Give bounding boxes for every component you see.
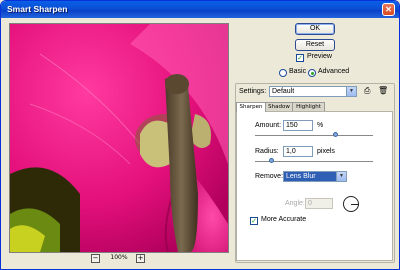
basic-radio[interactable] [279,69,287,77]
settings-label: Settings: [239,88,267,95]
amount-label: Amount: [255,122,282,129]
tab-sharpen[interactable]: Sharpen [236,102,266,112]
close-icon[interactable]: ✕ [382,3,395,16]
more-accurate-checkbox[interactable]: ✓ [250,217,258,225]
title-bar[interactable]: Smart Sharpen ✕ [1,1,399,18]
tab-shadow[interactable]: Shadow [264,102,294,111]
sharpen-panel [236,111,393,261]
advanced-label: Advanced [318,68,350,75]
zoom-bar: − 100% + [9,253,227,265]
angle-dial[interactable] [343,196,359,212]
ok-button[interactable]: OK [295,23,335,35]
radius-label: Radius: [255,148,279,155]
reset-button[interactable]: Reset [295,39,335,51]
delete-settings-icon[interactable]: 🗑 [378,87,388,95]
flower-photo [10,24,228,252]
remove-value: Lens Blur [286,173,316,180]
angle-label: Angle: [285,200,305,207]
remove-dropdown[interactable]: Lens Blur ▼ [283,171,347,182]
preview-label: Preview [307,53,332,60]
zoom-in-button[interactable]: + [136,254,145,263]
amount-slider-thumb[interactable] [333,132,338,137]
window-title: Smart Sharpen [7,4,68,14]
chevron-down-icon: ▼ [346,87,356,96]
settings-dropdown[interactable]: Default ▼ [269,86,357,97]
basic-label: Basic [289,68,307,75]
chevron-down-icon: ▼ [336,172,346,181]
preview-image[interactable] [9,23,229,253]
zoom-out-button[interactable]: − [91,254,100,263]
angle-dial-needle [351,204,359,205]
amount-slider-track[interactable] [255,135,373,136]
settings-value: Default [272,88,295,95]
radius-slider-thumb[interactable] [269,158,274,163]
amount-input[interactable]: 150 [283,120,313,131]
zoom-level: 100% [110,254,128,261]
more-accurate-label: More Accurate [261,216,307,223]
tab-highlight[interactable]: Highlight [292,102,325,111]
preview-checkbox[interactable]: ✓ [296,54,304,62]
angle-input[interactable]: 0 [305,198,333,209]
radius-input[interactable]: 1,0 [283,146,313,157]
amount-unit: % [317,122,324,129]
remove-label: Remove: [255,173,284,180]
save-settings-icon[interactable]: ⎙ [364,87,370,95]
radius-unit: pixels [317,148,335,155]
dialog-window: Smart Sharpen ✕ − 100% + OK Reset ✓ Prev… [0,0,400,270]
advanced-radio[interactable] [308,69,316,77]
